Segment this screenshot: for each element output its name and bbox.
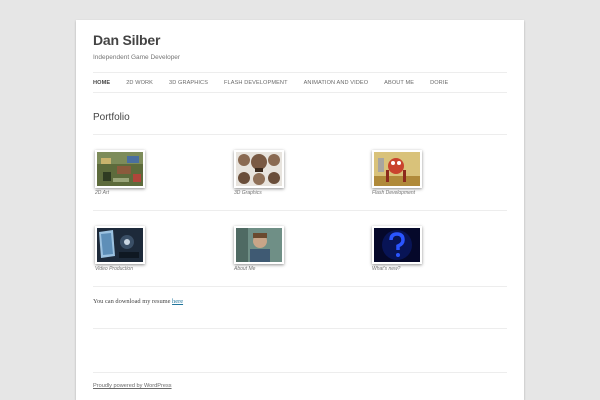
resume-text: You can download my resume (93, 298, 173, 305)
gallery-thumb-flash-development[interactable] (372, 150, 422, 188)
gallery-item-3d-graphics: 3D Graphics (234, 150, 294, 196)
gallery-row-divider (93, 210, 507, 211)
gallery-thumb-whats-new[interactable] (372, 226, 422, 264)
nav-item-about-me[interactable]: ABOUT ME (384, 80, 414, 86)
nav-item-animation-and-video[interactable]: ANIMATION AND VIDEO (304, 80, 369, 86)
gallery-item-about-me: About Me (234, 226, 294, 272)
gallery-item-2d-art: 2D Art (95, 150, 155, 196)
title-divider (93, 134, 507, 135)
nav-item-flash-development[interactable]: FLASH DEVELOPMENT (224, 80, 288, 86)
nav-item-home[interactable]: HOME (93, 80, 110, 86)
nav-divider (93, 92, 507, 93)
footer-divider (93, 372, 507, 373)
gallery-thumb-2d-art[interactable] (95, 150, 145, 188)
main-navigation: HOME 2D WORK 3D GRAPHICS FLASH DEVELOPME… (93, 78, 507, 88)
resume-download-link[interactable]: here (172, 298, 183, 305)
gallery-item-video-production: Video Production (95, 226, 155, 272)
page-container: Dan Silber Independent Game Developer HO… (76, 20, 524, 400)
nav-item-2d-work[interactable]: 2D WORK (126, 80, 153, 86)
gallery-caption[interactable]: Flash Development (372, 190, 432, 196)
gallery-caption[interactable]: About Me (234, 266, 294, 272)
site-description: Independent Game Developer (93, 54, 181, 61)
nav-item-3d-graphics[interactable]: 3D GRAPHICS (169, 80, 208, 86)
header-divider (93, 72, 507, 73)
site-title[interactable]: Dan Silber (93, 32, 160, 48)
gallery-thumb-3d-graphics[interactable] (234, 150, 284, 188)
footer-credit-link[interactable]: Proudly powered by WordPress (93, 383, 172, 389)
content-bottom-divider (93, 328, 507, 329)
gallery-caption[interactable]: Video Production (95, 266, 155, 272)
gallery-item-flash-development: Flash Development (372, 150, 432, 196)
gallery-caption[interactable]: 3D Graphics (234, 190, 294, 196)
gallery-bottom-divider (93, 286, 507, 287)
nav-item-dorie[interactable]: DORIE (430, 80, 448, 86)
gallery-caption[interactable]: 2D Art (95, 190, 155, 196)
resume-paragraph: You can download my resume here (93, 298, 183, 305)
gallery-thumb-video-production[interactable] (95, 226, 145, 264)
page-title: Portfolio (93, 112, 130, 123)
gallery-item-whats-new: What's new? (372, 226, 432, 272)
gallery-thumb-about-me[interactable] (234, 226, 284, 264)
gallery-caption[interactable]: What's new? (372, 266, 432, 272)
